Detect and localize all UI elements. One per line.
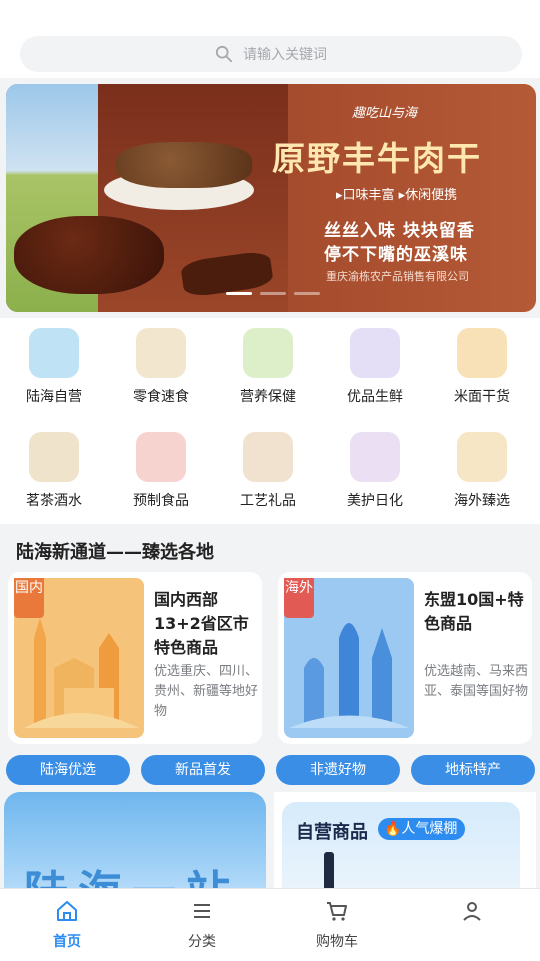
category-label: 营养保健 bbox=[240, 389, 296, 405]
promo-right-title: 自营商品 bbox=[296, 822, 368, 843]
tab-category-label: 分类 bbox=[188, 934, 216, 950]
banner-brand: 趣吃山与海 bbox=[352, 106, 418, 121]
filter-pill[interactable]: 新品首发 bbox=[141, 755, 265, 785]
section-heading: 陆海新通道——臻选各地 bbox=[16, 542, 214, 563]
category-label: 美护日化 bbox=[347, 493, 403, 509]
bottom-tab-bar: 首页 分类 购物车 bbox=[0, 888, 540, 961]
category-product-icon bbox=[29, 328, 79, 378]
channel-section: 陆海新通道——臻选各地 国内 国内西部13+2省区市特色商品 优选重庆、四川、贵… bbox=[0, 526, 540, 750]
category-label: 优品生鲜 bbox=[347, 389, 403, 405]
category-item[interactable]: 米面干货 bbox=[432, 328, 532, 406]
overseas-desc: 优选越南、马来西亚、泰国等国好物 bbox=[424, 664, 529, 699]
banner-jerky-pile bbox=[14, 216, 164, 294]
home-icon bbox=[57, 901, 77, 921]
search-icon bbox=[215, 45, 233, 63]
banner-tags: ▸口味丰富 ▸休闲便携 bbox=[336, 188, 458, 203]
filter-pill[interactable]: 陆海优选 bbox=[6, 755, 130, 785]
category-label: 陆海自营 bbox=[26, 389, 82, 405]
domestic-title: 国内西部13+2省区市特色商品 bbox=[154, 590, 249, 657]
banner-jerky-plate bbox=[116, 142, 252, 188]
carousel-dot[interactable] bbox=[226, 292, 252, 295]
category-label: 零食速食 bbox=[133, 389, 189, 405]
top-bar: 请输入关键词 bbox=[0, 0, 540, 78]
category-label: 预制食品 bbox=[133, 493, 189, 509]
category-grid: 陆海自营 零食速食 营养保健 优品生鲜 米面干货茗茶酒水 预制食品 工艺礼品 美护日化 海外臻选 bbox=[0, 318, 540, 524]
carousel-indicator[interactable] bbox=[226, 292, 320, 295]
overseas-title: 东盟10国+特色商品 bbox=[424, 590, 524, 633]
category-item[interactable]: 陆海自营 bbox=[4, 328, 104, 406]
category-item[interactable]: 预制食品 bbox=[111, 432, 211, 510]
search-placeholder: 请输入关键词 bbox=[243, 47, 327, 63]
tab-home-label: 首页 bbox=[53, 934, 81, 950]
carousel-dot[interactable] bbox=[294, 292, 320, 295]
category-product-icon bbox=[350, 432, 400, 482]
promo-right-badge: 🔥人气爆棚 bbox=[378, 818, 466, 840]
overseas-flag: 海外 bbox=[284, 578, 314, 618]
carousel-dot[interactable] bbox=[260, 292, 286, 295]
category-label: 工艺礼品 bbox=[240, 493, 296, 509]
banner-company: 重庆渝栋农产品销售有限公司 bbox=[326, 270, 469, 283]
domestic-card[interactable]: 国内 国内西部13+2省区市特色商品 优选重庆、四川、贵州、新疆等地好物 bbox=[8, 572, 262, 744]
list-icon bbox=[194, 904, 210, 918]
category-item[interactable]: 营养保健 bbox=[218, 328, 318, 406]
tab-cart[interactable]: 购物车 bbox=[287, 899, 387, 951]
category-product-icon bbox=[136, 432, 186, 482]
overseas-card[interactable]: 海外 东盟10国+特色商品 优选越南、马来西亚、泰国等国好物 bbox=[278, 572, 532, 744]
category-item[interactable]: 优品生鲜 bbox=[325, 328, 425, 406]
category-item[interactable]: 工艺礼品 bbox=[218, 432, 318, 510]
tab-category[interactable]: 分类 bbox=[152, 899, 252, 951]
filter-pill[interactable]: 非遗好物 bbox=[276, 755, 400, 785]
domestic-flag: 国内 bbox=[14, 578, 44, 618]
category-label: 茗茶酒水 bbox=[26, 493, 82, 509]
category-label: 米面干货 bbox=[454, 389, 510, 405]
tab-profile[interactable] bbox=[422, 899, 522, 931]
filter-pills: 陆海优选 新品首发 非遗好物 地标特产 bbox=[0, 752, 540, 792]
banner-title: 原野丰牛肉干 bbox=[272, 139, 482, 178]
promo-banner[interactable]: 趣吃山与海 原野丰牛肉干 ▸口味丰富 ▸休闲便携 丝丝入味 块块留香 停不下嘴的… bbox=[6, 84, 536, 312]
category-product-icon bbox=[457, 328, 507, 378]
tab-cart-label: 购物车 bbox=[316, 934, 358, 950]
category-product-icon bbox=[29, 432, 79, 482]
cart-icon bbox=[327, 902, 347, 921]
category-label: 海外臻选 bbox=[454, 493, 510, 509]
filter-pill[interactable]: 地标特产 bbox=[411, 755, 535, 785]
category-product-icon bbox=[243, 432, 293, 482]
banner-slogan-2: 停不下嘴的巫溪味 bbox=[324, 245, 468, 265]
category-product-icon bbox=[136, 328, 186, 378]
domestic-desc: 优选重庆、四川、贵州、新疆等地好物 bbox=[154, 664, 259, 719]
category-product-icon bbox=[243, 328, 293, 378]
category-item[interactable]: 海外臻选 bbox=[432, 432, 532, 510]
search-bar[interactable]: 请输入关键词 bbox=[20, 36, 522, 72]
category-product-icon bbox=[350, 328, 400, 378]
tab-home[interactable]: 首页 bbox=[17, 899, 117, 951]
category-item[interactable]: 美护日化 bbox=[325, 432, 425, 510]
category-item[interactable]: 零食速食 bbox=[111, 328, 211, 406]
user-icon bbox=[463, 902, 481, 921]
category-item[interactable]: 茗茶酒水 bbox=[4, 432, 104, 510]
category-product-icon bbox=[457, 432, 507, 482]
banner-slogan-1: 丝丝入味 块块留香 bbox=[324, 221, 475, 241]
